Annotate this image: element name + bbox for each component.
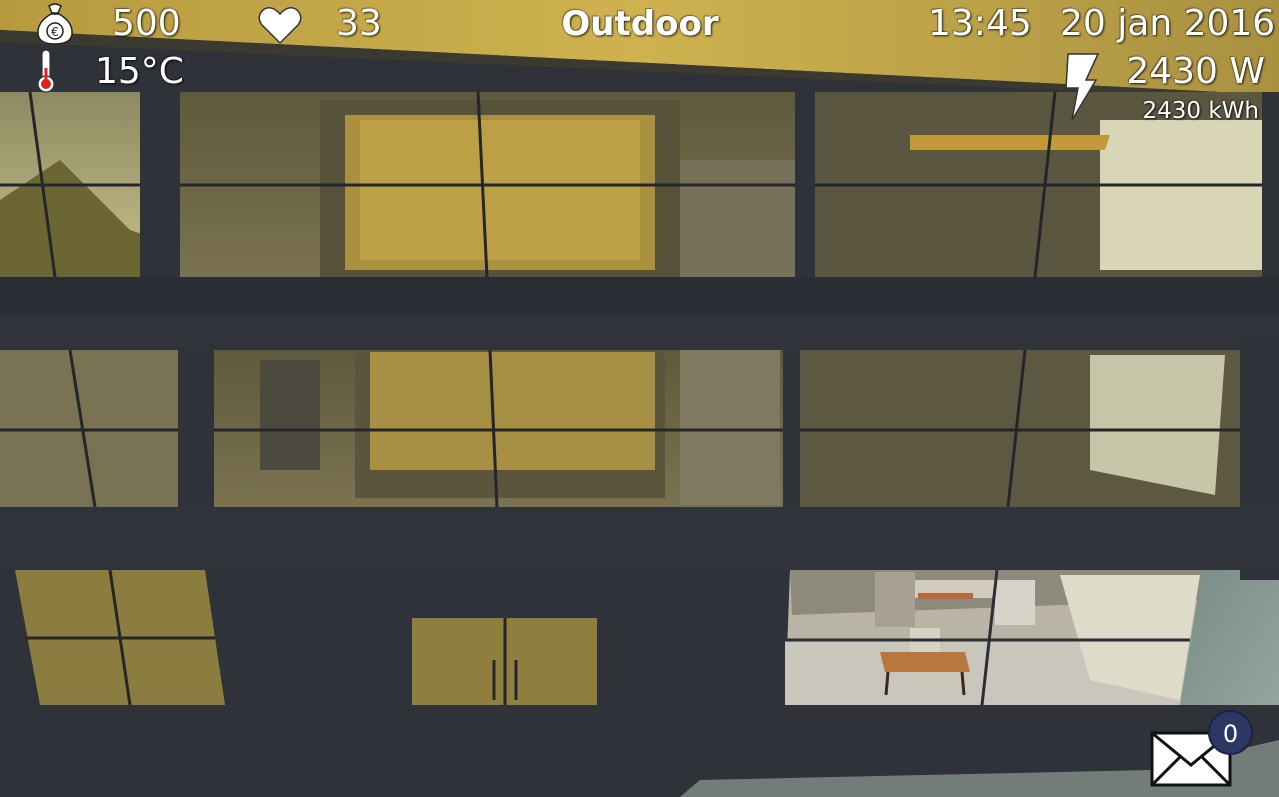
money-bag-icon: € — [37, 3, 73, 45]
svg-text:€: € — [51, 25, 59, 39]
power-value: 2430 W — [1126, 51, 1265, 92]
heart-icon — [258, 7, 302, 45]
thermometer-icon — [37, 49, 55, 93]
temperature-value: 15°C — [95, 51, 184, 92]
calendar-date: 20 jan 2016 — [1060, 3, 1276, 44]
health-value: 33 — [336, 3, 382, 44]
message-count-badge[interactable]: 0 — [1208, 710, 1253, 755]
money-value: 500 — [112, 3, 181, 44]
location-label: Outdoor — [561, 4, 719, 44]
lightning-icon — [1065, 53, 1100, 121]
clock-time: 13:45 — [928, 3, 1032, 44]
energy-value: 2430 kWh — [1142, 98, 1259, 124]
